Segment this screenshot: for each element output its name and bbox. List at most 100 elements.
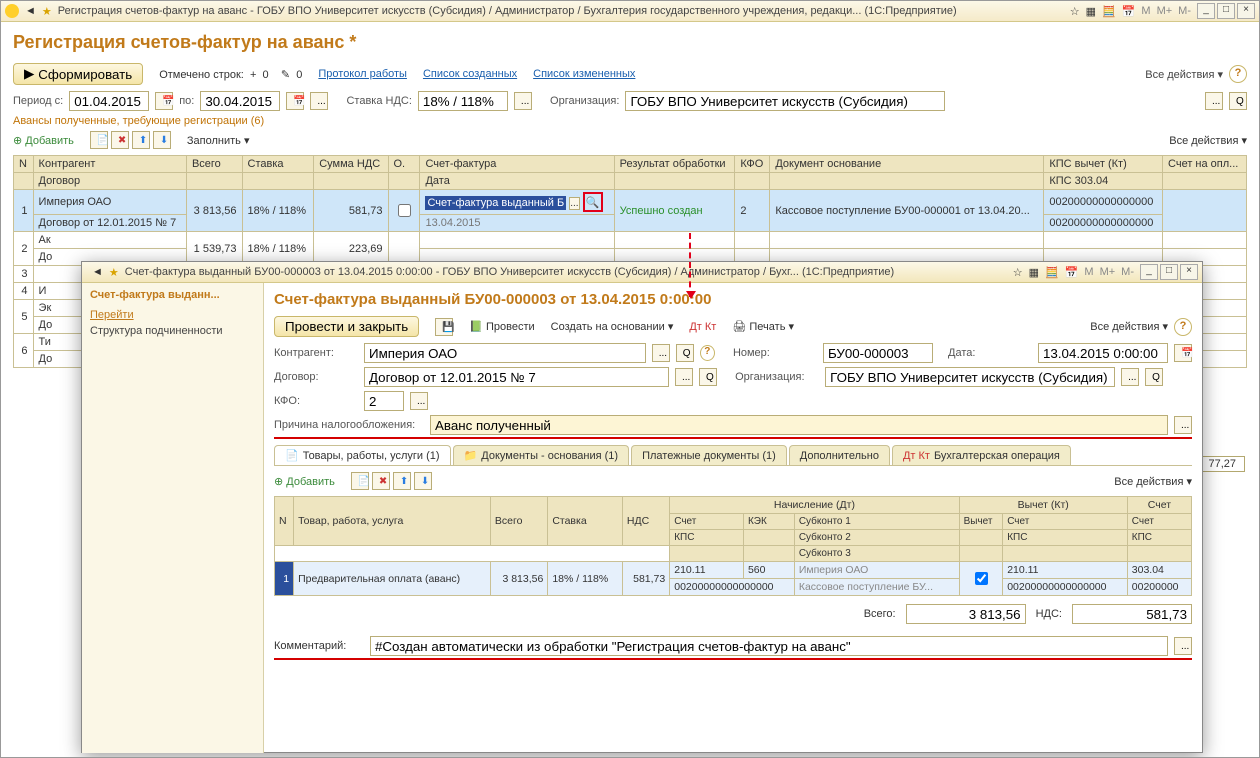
org-input[interactable] — [625, 91, 945, 111]
app-icon — [5, 4, 19, 18]
contr-input[interactable] — [364, 343, 646, 363]
tab-docs[interactable]: 📁 Документы - основания (1) — [453, 445, 630, 465]
period-to-cal[interactable]: 📅 — [286, 92, 304, 110]
grid-icon[interactable]: ▦ — [1086, 5, 1096, 18]
detail-row[interactable]: 1 Предварительная оплата (аванс) 3 813,5… — [275, 562, 1192, 579]
d-up-icon[interactable]: ⬆ — [393, 472, 411, 490]
footer-total: 77,27 — [1199, 456, 1245, 472]
nds-sel[interactable]: ... — [514, 92, 532, 110]
up-icon[interactable]: ⬆ — [132, 131, 150, 149]
add-button[interactable]: ⊕ Добавить — [13, 134, 74, 147]
d-all-actions[interactable]: Все действия ▾ — [1114, 475, 1192, 488]
reason-sel[interactable]: ... — [1174, 416, 1192, 434]
sidebar-goto[interactable]: Перейти — [90, 309, 255, 321]
table-row[interactable]: 1 Империя ОАО 3 813,56 18% / 118% 581,73… — [14, 190, 1247, 215]
contr-sel[interactable]: ... — [652, 344, 670, 362]
calendar-icon[interactable]: 📅 — [1065, 266, 1079, 279]
help-icon[interactable]: ? — [1174, 318, 1192, 336]
all-actions-button[interactable]: Все действия ▾ — [1145, 68, 1223, 81]
d-delete-icon[interactable]: ✖ — [372, 472, 390, 490]
sidebar-structure[interactable]: Структура подчиненности — [90, 325, 255, 337]
form-button[interactable]: ▶ Сформировать — [13, 63, 143, 85]
row-checkbox[interactable] — [398, 204, 411, 217]
tab-payments[interactable]: Платежные документы (1) — [631, 445, 787, 465]
post-button[interactable]: 📗 Провести — [469, 320, 534, 333]
dog-sel[interactable]: ... — [675, 368, 693, 386]
star-icon[interactable]: ★ — [109, 266, 119, 279]
tab-acc-op[interactable]: Дт Кт Бухгалтерская операция — [892, 445, 1071, 465]
table-row[interactable]: 2Ак1 539,7318% / 118%223,69 — [14, 232, 1247, 249]
save-close-button[interactable]: Провести и закрыть — [274, 316, 419, 337]
contr-help[interactable]: ? — [700, 345, 715, 361]
dialog-maximize[interactable]: □ — [1160, 264, 1178, 280]
star-icon[interactable]: ★ — [42, 5, 52, 18]
dialog-minimize[interactable]: _ — [1140, 264, 1158, 280]
nav-back-icon[interactable]: ◄ — [92, 266, 103, 278]
magnify-icon[interactable]: 🔍 — [583, 192, 603, 212]
mem-mplus[interactable]: M+ — [1100, 266, 1116, 278]
num-input[interactable] — [823, 343, 933, 363]
dialog-all-actions[interactable]: Все действия ▾ — [1090, 320, 1168, 333]
mem-mplus[interactable]: M+ — [1157, 5, 1173, 17]
create-base-button[interactable]: Создать на основании ▾ — [551, 320, 674, 333]
close-button[interactable]: × — [1237, 3, 1255, 19]
save-icon[interactable]: 💾 — [435, 318, 453, 336]
nds-select[interactable] — [418, 91, 508, 111]
period-from-input[interactable] — [69, 91, 149, 111]
tool-icon[interactable]: 🧮 — [1102, 5, 1116, 18]
period-from-cal[interactable]: 📅 — [155, 92, 173, 110]
org-sel[interactable]: ... — [1205, 92, 1223, 110]
num-label: Номер: — [733, 347, 817, 359]
dog-open[interactable]: Q — [699, 368, 717, 386]
comment-input[interactable] — [370, 636, 1168, 656]
tab-goods[interactable]: 📄 Товары, работы, услуги (1) — [274, 445, 451, 465]
dog-input[interactable] — [364, 367, 669, 387]
delete-icon[interactable]: ✖ — [111, 131, 129, 149]
mem-m[interactable]: M — [1141, 5, 1150, 17]
fav-icon[interactable]: ☆ — [1013, 266, 1023, 279]
protocol-link[interactable]: Протокол работы — [318, 68, 407, 80]
d-down-icon[interactable]: ⬇ — [414, 472, 432, 490]
maximize-button[interactable]: □ — [1217, 3, 1235, 19]
list-created-link[interactable]: Список созданных — [423, 68, 517, 80]
copy-icon[interactable]: 📄 — [90, 131, 108, 149]
total-label: Всего: — [864, 608, 896, 620]
period-sel[interactable]: ... — [310, 92, 328, 110]
period-to-input[interactable] — [200, 91, 280, 111]
nav-back-icon[interactable]: ◄ — [25, 5, 36, 17]
mem-mminus[interactable]: M- — [1178, 5, 1191, 17]
print-button[interactable]: 🖨 Печать ▾ — [732, 320, 794, 333]
d-add-button[interactable]: ⊕ Добавить — [274, 475, 335, 488]
help-icon[interactable]: ? — [1229, 65, 1247, 83]
dorg-input[interactable] — [825, 367, 1115, 387]
fav-icon[interactable]: ☆ — [1070, 5, 1080, 18]
date-input[interactable] — [1038, 343, 1168, 363]
dorg-open[interactable]: Q — [1145, 368, 1163, 386]
mem-m[interactable]: M — [1084, 266, 1093, 278]
kfo-sel[interactable]: ... — [410, 392, 428, 410]
list-changed-link[interactable]: Список измененных — [533, 68, 635, 80]
down-icon[interactable]: ⬇ — [153, 131, 171, 149]
contr-open[interactable]: Q — [676, 344, 694, 362]
status-line[interactable]: Авансы полученные, требующие регистрации… — [13, 115, 1247, 127]
kfo-input[interactable] — [364, 391, 404, 411]
detail-table[interactable]: N Товар, работа, услуга Всего Ставка НДС… — [274, 496, 1192, 596]
grid-icon[interactable]: ▦ — [1029, 266, 1039, 279]
dialog-close[interactable]: × — [1180, 264, 1198, 280]
date-cal[interactable]: 📅 — [1174, 344, 1192, 362]
d-copy-icon[interactable]: 📄 — [351, 472, 369, 490]
deduct-checkbox[interactable] — [975, 572, 988, 585]
sf-sel[interactable]: ... — [569, 197, 579, 210]
fill-button[interactable]: Заполнить ▾ — [187, 134, 250, 147]
calendar-icon[interactable]: 📅 — [1122, 5, 1136, 18]
dt-kt-icon[interactable]: Дт Кт — [689, 321, 716, 333]
org-open[interactable]: Q — [1229, 92, 1247, 110]
rows-all-actions[interactable]: Все действия ▾ — [1169, 134, 1247, 147]
comment-sel[interactable]: ... — [1174, 637, 1192, 655]
dorg-sel[interactable]: ... — [1121, 368, 1139, 386]
tab-extra[interactable]: Дополнительно — [789, 445, 890, 465]
minimize-button[interactable]: _ — [1197, 3, 1215, 19]
reason-input[interactable] — [430, 415, 1168, 435]
tool-icon[interactable]: 🧮 — [1045, 266, 1059, 279]
mem-mminus[interactable]: M- — [1121, 266, 1134, 278]
